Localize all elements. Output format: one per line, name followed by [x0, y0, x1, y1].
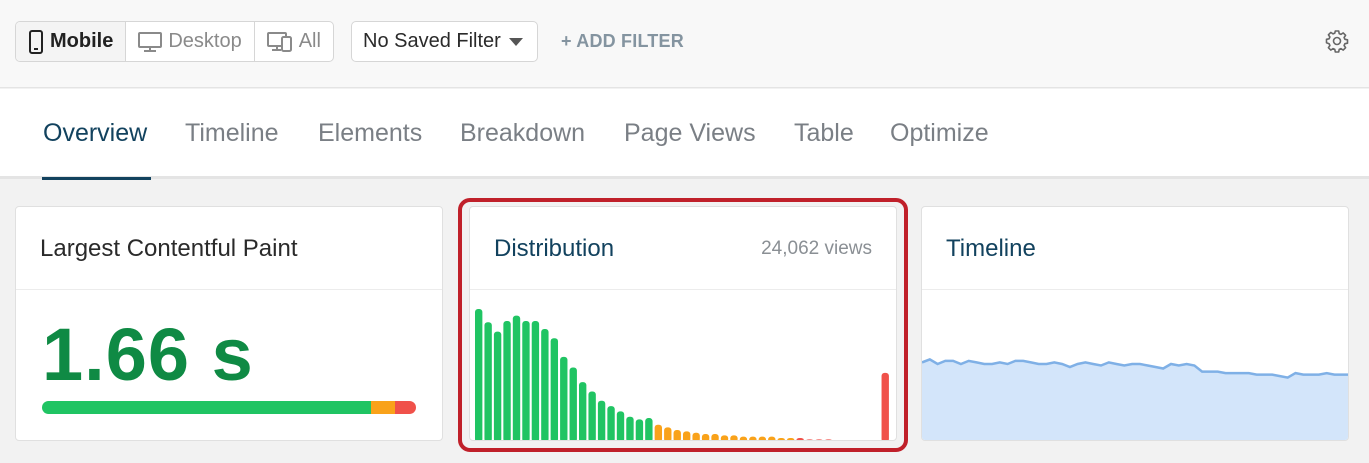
distribution-bar — [739, 436, 748, 440]
distribution-bar — [844, 441, 851, 442]
distribution-bar — [626, 416, 634, 440]
distribution-bar — [654, 424, 663, 440]
tab-table[interactable]: Table — [794, 119, 854, 148]
distribution-bar — [475, 309, 483, 440]
distribution-bar — [512, 315, 521, 440]
distribution-bar — [730, 435, 738, 440]
distribution-bar — [597, 400, 606, 440]
distribution-bar — [796, 438, 804, 440]
caret-down-icon — [508, 37, 523, 46]
mobile-icon — [29, 29, 43, 54]
gear-icon[interactable] — [1325, 29, 1349, 53]
distribution-views-count: 24,062 views — [761, 238, 872, 259]
distribution-bar — [692, 432, 700, 440]
distribution-card-header: Distribution 24,062 views — [470, 207, 896, 290]
tab-breakdown[interactable]: Breakdown — [460, 119, 585, 148]
tab-overview[interactable]: Overview — [43, 119, 147, 148]
distribution-bar — [673, 430, 681, 440]
distribution-bar — [493, 331, 502, 440]
metric-card-header: Largest Contentful Paint — [16, 207, 442, 290]
distribution-bar — [616, 411, 625, 440]
metric-value: 1.66 s — [42, 313, 254, 396]
distribution-bar — [550, 338, 559, 440]
metric-title: Largest Contentful Paint — [40, 235, 298, 262]
distribution-bar — [531, 320, 540, 440]
device-desktop-label: Desktop — [168, 30, 242, 52]
distribution-bar — [749, 436, 757, 440]
distribution-bar — [758, 436, 767, 440]
distribution-bar — [777, 438, 785, 440]
device-desktop-button[interactable]: Desktop — [126, 22, 255, 61]
distribution-bar — [711, 434, 719, 440]
distribution-bar — [607, 406, 615, 440]
distribution-bar — [503, 320, 511, 440]
active-tab-indicator — [42, 177, 151, 180]
distribution-bar — [484, 322, 492, 440]
distribution-bar — [541, 328, 549, 440]
distribution-bar — [834, 441, 841, 442]
device-all-label: All — [298, 30, 321, 52]
distribution-bar — [815, 439, 823, 440]
tab-elements[interactable]: Elements — [318, 119, 422, 148]
distribution-bar — [768, 436, 776, 440]
timeline-card[interactable]: Timeline — [921, 206, 1349, 441]
tab-page-views[interactable]: Page Views — [624, 119, 756, 148]
distribution-bar — [863, 441, 870, 442]
distribution-title: Distribution — [494, 235, 615, 262]
distribution-chart — [475, 309, 889, 442]
timeline-title: Timeline — [946, 235, 1036, 262]
tab-bar: Overview Timeline Elements Breakdown Pag… — [0, 89, 1369, 180]
timeline-area — [922, 359, 1348, 440]
distribution-bar — [569, 367, 577, 440]
device-mobile-label: Mobile — [50, 30, 114, 52]
saved-filter-select[interactable]: No Saved Filter — [351, 21, 538, 62]
tab-optimize[interactable]: Optimize — [890, 119, 989, 148]
distribution-bar — [806, 439, 813, 440]
all-devices-icon — [266, 31, 292, 52]
distribution-bar — [645, 418, 653, 440]
distribution-bar — [522, 320, 530, 440]
distribution-bar — [720, 435, 729, 440]
distribution-bar — [683, 431, 691, 440]
distribution-bar — [560, 356, 568, 440]
distribution-bar — [787, 438, 795, 440]
desktop-icon — [138, 31, 163, 52]
distribution-bar — [635, 419, 644, 440]
metric-card[interactable]: Largest Contentful Paint 1.66 s — [15, 206, 443, 441]
distribution-card[interactable]: Distribution 24,062 views — [469, 206, 897, 441]
distribution-bar — [881, 372, 889, 440]
rating-good-segment — [42, 401, 372, 414]
device-all-button[interactable]: All — [255, 22, 333, 61]
device-switch: Mobile Desktop All — [15, 21, 334, 62]
device-mobile-button[interactable]: Mobile — [16, 22, 127, 61]
tab-timeline[interactable]: Timeline — [185, 119, 279, 148]
distribution-bar — [853, 441, 860, 442]
distribution-bar — [664, 427, 672, 440]
distribution-bar — [579, 382, 587, 440]
distribution-bar — [825, 439, 832, 440]
distribution-bar — [872, 441, 879, 442]
rating-needs-improvement-segment — [371, 401, 396, 414]
timeline-chart — [922, 358, 1348, 440]
distribution-bar — [588, 391, 596, 440]
rating-distribution-bar — [42, 401, 416, 414]
toolbar: Mobile Desktop All No Saved Filter + ADD… — [0, 0, 1369, 88]
rating-poor-segment — [395, 401, 416, 414]
timeline-card-header: Timeline — [922, 207, 1348, 290]
saved-filter-value: No Saved Filter — [363, 30, 501, 52]
add-filter-button[interactable]: + ADD FILTER — [561, 31, 684, 52]
distribution-bar — [701, 434, 710, 440]
